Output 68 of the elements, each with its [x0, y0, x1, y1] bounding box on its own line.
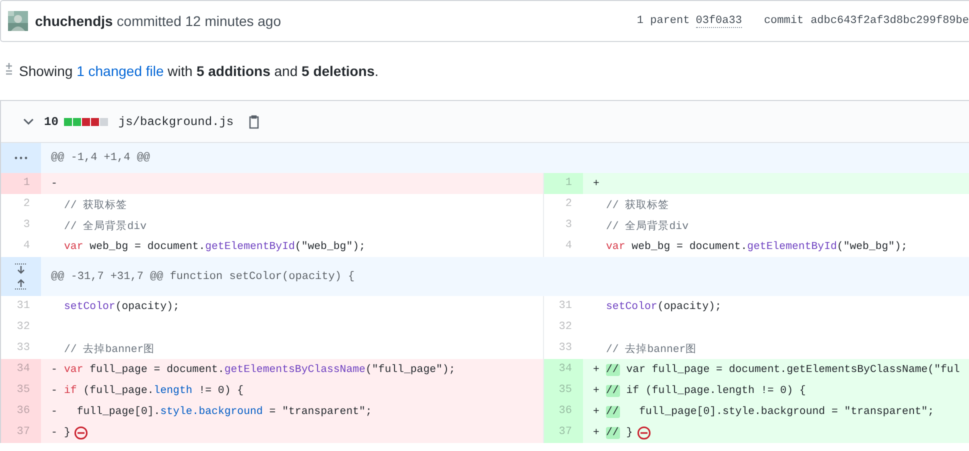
- hunk-header: @@ -1,4 +1,4 @@: [51, 152, 150, 164]
- plus-minus-icon: [4, 62, 14, 76]
- code-line: setColor(opacity);: [64, 300, 180, 312]
- file-path[interactable]: js/background.js: [118, 114, 234, 128]
- changed-file-link[interactable]: 1 changed file: [76, 63, 164, 79]
- parent-label: 1 parent: [636, 15, 690, 27]
- code-line: // 全局背景div: [606, 219, 688, 232]
- expand-icon[interactable]: [14, 156, 28, 160]
- commit-time: committed 12 minutes ago: [116, 13, 281, 29]
- diff-sign: -: [51, 406, 58, 418]
- hunk-header: @@ -31,7 +31,7 @@ function setColor(opacity) {: [51, 270, 355, 282]
- code-line: // 去掉banner图: [606, 342, 697, 356]
- line-number[interactable]: 34: [558, 363, 572, 375]
- chevron-icon[interactable]: [23, 118, 34, 125]
- line-number[interactable]: 35: [558, 384, 572, 396]
- line-number[interactable]: 31: [16, 300, 30, 312]
- diff-sign: -: [51, 178, 58, 190]
- code-line: // 去掉banner图: [64, 342, 155, 356]
- code-line: var web_bg = document.getElementById("web_bg");: [606, 240, 908, 252]
- commit-sha: adbc643f2af3d8bc299f89be: [810, 15, 969, 27]
- line-number[interactable]: 35: [16, 384, 30, 396]
- diff-summary: Showing 1 changed file with 5 additions and 5 deletions.: [19, 63, 379, 79]
- expand-down-icon[interactable]: [14, 263, 28, 275]
- code-line: // 全局背景div: [64, 219, 146, 232]
- code-line: var full_page = document.getElementsByClassName("full_page");: [64, 364, 456, 376]
- code-line: // }: [606, 426, 633, 438]
- code-line: // 获取标签: [606, 198, 670, 212]
- diff-sign: +: [593, 384, 600, 396]
- diff-sign: -: [51, 364, 58, 376]
- line-number[interactable]: 31: [558, 300, 572, 312]
- code-line: var web_bg = document.getElementById("web_bg");: [64, 240, 366, 252]
- clipboard-icon[interactable]: [248, 114, 260, 128]
- line-number[interactable]: 2: [565, 198, 572, 210]
- code-line: // full_page[0].style.background = "transparent";: [606, 406, 934, 418]
- change-count: 10: [44, 114, 58, 128]
- code-line: // var full_page = document.getElementsByClassName("ful: [606, 364, 960, 376]
- line-number[interactable]: 33: [16, 342, 30, 354]
- line-number[interactable]: 32: [558, 321, 572, 333]
- line-number[interactable]: 36: [16, 405, 30, 417]
- code-line: full_page[0].style.background = "transparent";: [76, 406, 372, 418]
- code-line: if (full_page.length != 0) {: [64, 384, 244, 396]
- commit-label: commit: [764, 15, 804, 27]
- diff-sign: +: [593, 406, 600, 418]
- diff-sign: +: [593, 426, 600, 438]
- diff-sign: -: [51, 426, 58, 438]
- line-number[interactable]: 37: [16, 426, 30, 438]
- code-line: setColor(opacity);: [606, 300, 722, 312]
- line-number[interactable]: 32: [16, 321, 30, 333]
- diff-sign: +: [593, 364, 600, 376]
- line-number[interactable]: 4: [23, 240, 30, 252]
- parent-sha-link[interactable]: 03f0a33: [696, 14, 742, 28]
- author-link[interactable]: chuchendjs: [35, 13, 113, 29]
- line-number[interactable]: 1: [23, 177, 30, 189]
- line-number[interactable]: 33: [558, 342, 572, 354]
- diff-sign: -: [51, 384, 58, 396]
- line-number[interactable]: 36: [558, 405, 572, 417]
- line-number[interactable]: 4: [565, 240, 572, 252]
- line-number[interactable]: 3: [565, 219, 572, 231]
- code-line: // 获取标签: [64, 198, 128, 212]
- line-number[interactable]: 2: [23, 198, 30, 210]
- line-number[interactable]: 3: [23, 219, 30, 231]
- code-line: // if (full_page.length != 0) {: [606, 384, 806, 396]
- line-number[interactable]: 34: [16, 363, 30, 375]
- expand-up-icon[interactable]: [14, 278, 28, 290]
- diff-sign: +: [593, 178, 600, 190]
- code-line: }: [64, 426, 70, 438]
- line-number[interactable]: 37: [558, 426, 572, 438]
- line-number[interactable]: 1: [565, 177, 572, 189]
